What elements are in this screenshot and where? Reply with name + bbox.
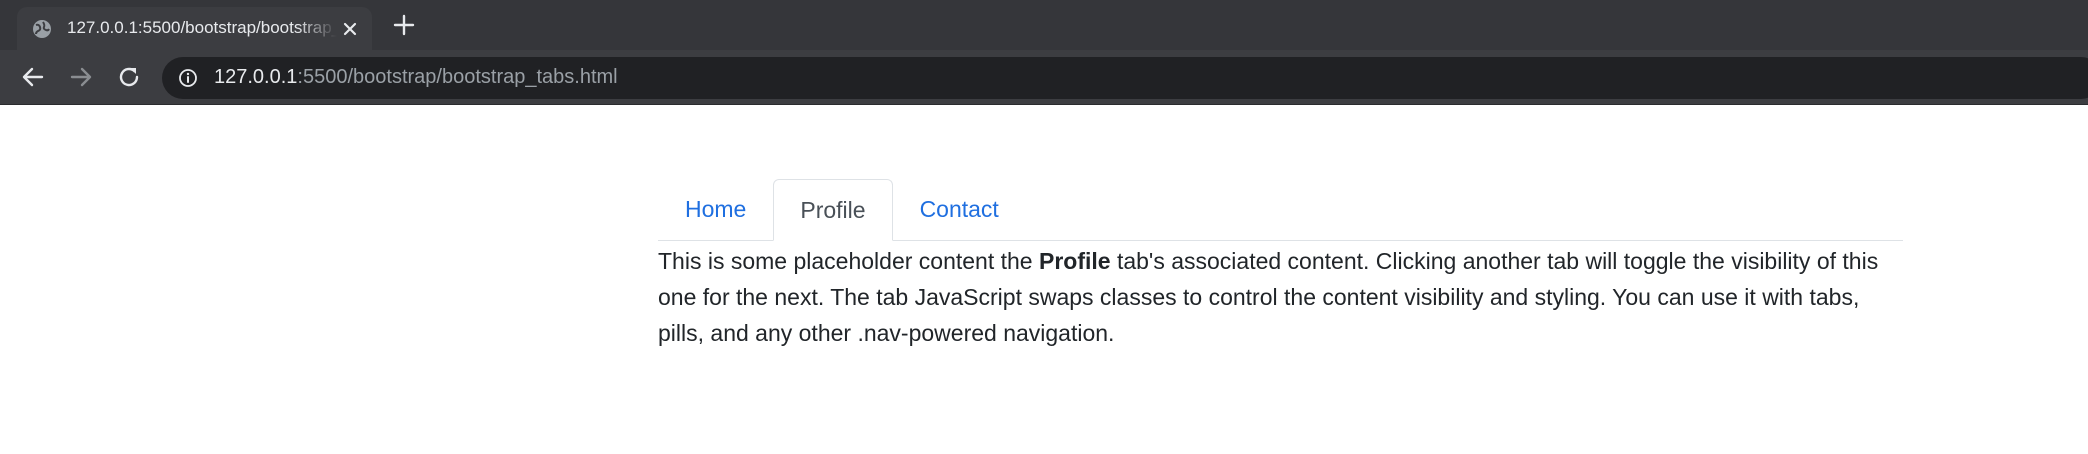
- address-bar-url: 127.0.0.1:5500/bootstrap/bootstrap_tabs.…: [214, 66, 618, 89]
- content-bold-profile: Profile: [1038, 248, 1111, 274]
- url-host: 127.0.0.1: [214, 66, 298, 88]
- tab-contact[interactable]: Contact: [893, 179, 1026, 239]
- back-arrow-icon[interactable]: [20, 64, 46, 90]
- forward-arrow-icon[interactable]: [68, 64, 94, 90]
- page-content: Home Profile Contact This is some placeh…: [0, 105, 2088, 454]
- browser-tab-title: 127.0.0.1:5500/bootstrap/bootstrap_tabs.…: [67, 18, 337, 37]
- globe-icon: [33, 20, 51, 38]
- url-path: :5500/bootstrap/bootstrap_tabs.html: [297, 66, 618, 88]
- nav-tabs: Home Profile Contact: [658, 179, 1903, 241]
- close-icon[interactable]: [340, 19, 360, 39]
- browser-tab-strip: 127.0.0.1:5500/bootstrap/bootstrap_tabs.…: [0, 0, 2088, 50]
- browser-toolbar: 127.0.0.1:5500/bootstrap/bootstrap_tabs.…: [0, 50, 2088, 105]
- address-bar[interactable]: 127.0.0.1:5500/bootstrap/bootstrap_tabs.…: [162, 57, 2088, 99]
- content-text-start: This is some placeholder content the: [658, 248, 1039, 274]
- info-icon[interactable]: [178, 68, 198, 88]
- tab-home[interactable]: Home: [658, 179, 773, 239]
- reload-icon[interactable]: [116, 64, 142, 90]
- new-tab-plus-icon[interactable]: [392, 13, 416, 37]
- tab-pane-profile: This is some placeholder content the Pro…: [658, 243, 1908, 351]
- tab-profile[interactable]: Profile: [773, 179, 893, 241]
- browser-tab[interactable]: 127.0.0.1:5500/bootstrap/bootstrap_tabs.…: [17, 7, 372, 50]
